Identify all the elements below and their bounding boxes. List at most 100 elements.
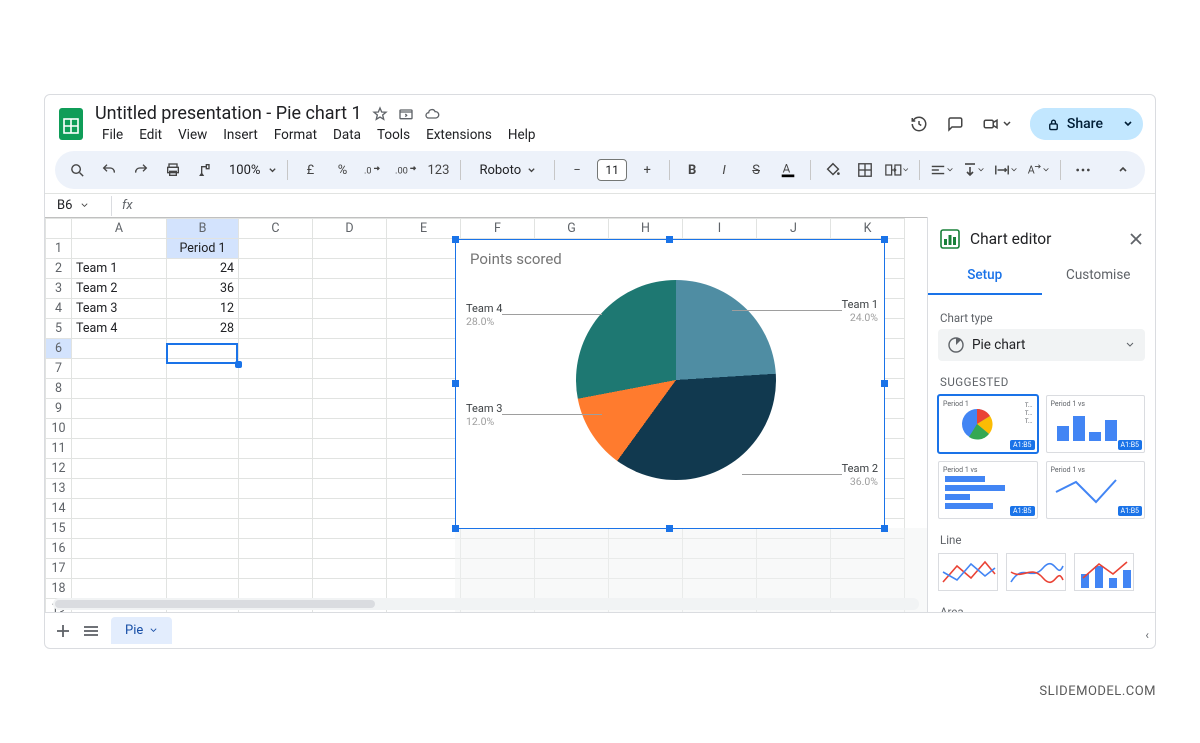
sidebar-collapse-icon[interactable]: ‹: [1145, 628, 1149, 642]
row-header[interactable]: 3: [46, 279, 72, 299]
row-header[interactable]: 13: [46, 479, 72, 499]
document-title[interactable]: Untitled presentation - Pie chart 1: [95, 103, 362, 124]
menu-tools[interactable]: Tools: [370, 125, 417, 145]
row-header[interactable]: 14: [46, 499, 72, 519]
chart-type-select[interactable]: Pie chart: [938, 329, 1145, 361]
cell[interactable]: 36: [167, 279, 239, 299]
row-header[interactable]: 9: [46, 399, 72, 419]
menu-insert[interactable]: Insert: [216, 125, 265, 145]
cell[interactable]: Team 4: [72, 319, 167, 339]
suggestion-bar[interactable]: Period 1 vs A1:B5: [938, 461, 1038, 519]
increase-decimal-icon[interactable]: .00: [394, 158, 418, 182]
row-header[interactable]: 1: [46, 239, 72, 259]
suggestion-line[interactable]: Period 1 vs A1:B5: [1046, 461, 1146, 519]
decrease-font-icon[interactable]: −: [565, 158, 589, 182]
col-header[interactable]: I: [683, 219, 757, 239]
cell[interactable]: Team 2: [72, 279, 167, 299]
cloud-status-icon[interactable]: [424, 106, 440, 122]
font-select[interactable]: Roboto: [471, 161, 544, 180]
row-header[interactable]: 18: [46, 579, 72, 599]
row-header[interactable]: 4: [46, 299, 72, 319]
cell[interactable]: 28: [167, 319, 239, 339]
valign-icon[interactable]: [962, 158, 986, 182]
merge-icon[interactable]: [885, 158, 909, 182]
halign-icon[interactable]: [930, 158, 954, 182]
col-header[interactable]: F: [461, 219, 535, 239]
name-box[interactable]: B6: [45, 198, 105, 213]
cell[interactable]: Team 1: [72, 259, 167, 279]
embedded-chart[interactable]: Points scored Team 124.0% Team 236.0% Te…: [455, 239, 885, 529]
star-icon[interactable]: [372, 106, 388, 122]
tab-setup[interactable]: Setup: [928, 257, 1042, 295]
rotate-icon[interactable]: A: [1026, 158, 1050, 182]
row-header[interactable]: 2: [46, 259, 72, 279]
chart-thumb-combo[interactable]: [1074, 553, 1134, 591]
menu-help[interactable]: Help: [501, 125, 543, 145]
spreadsheet-grid[interactable]: A B C D E F G H I J K 1Period 1 2Team 12…: [45, 217, 927, 612]
cell[interactable]: Period 1: [167, 239, 239, 259]
row-header[interactable]: 5: [46, 319, 72, 339]
row-header[interactable]: 10: [46, 419, 72, 439]
share-dropdown[interactable]: [1119, 111, 1143, 137]
zoom-select[interactable]: 100%: [225, 163, 277, 178]
all-sheets-icon[interactable]: [83, 625, 99, 637]
menu-edit[interactable]: Edit: [132, 125, 169, 145]
comment-icon[interactable]: [946, 115, 964, 133]
decrease-decimal-icon[interactable]: .0: [362, 158, 386, 182]
row-header[interactable]: 7: [46, 359, 72, 379]
add-sheet-icon[interactable]: [55, 623, 71, 639]
close-icon[interactable]: [1129, 232, 1143, 246]
increase-font-icon[interactable]: +: [635, 158, 659, 182]
menu-view[interactable]: View: [171, 125, 214, 145]
cell-fill-handle[interactable]: [235, 361, 242, 368]
col-header[interactable]: G: [535, 219, 609, 239]
cell[interactable]: 12: [167, 299, 239, 319]
col-header[interactable]: A: [72, 219, 167, 239]
borders-icon[interactable]: [853, 158, 877, 182]
meet-dropdown-icon[interactable]: [1002, 119, 1012, 129]
bold-icon[interactable]: B: [680, 158, 704, 182]
undo-icon[interactable]: [97, 158, 121, 182]
wrap-icon[interactable]: [994, 158, 1018, 182]
sheet-tab[interactable]: Pie: [111, 617, 172, 644]
text-color-icon[interactable]: A: [776, 158, 800, 182]
row-header[interactable]: 12: [46, 459, 72, 479]
row-header[interactable]: 15: [46, 519, 72, 539]
horizontal-scrollbar[interactable]: [53, 598, 919, 610]
row-header[interactable]: 16: [46, 539, 72, 559]
col-header[interactable]: K: [831, 219, 905, 239]
select-all[interactable]: [46, 219, 72, 239]
suggestion-column[interactable]: Period 1 vs A1:B5: [1046, 395, 1146, 453]
search-menus-icon[interactable]: [65, 158, 89, 182]
toolbar-expand-icon[interactable]: [1111, 158, 1135, 182]
italic-icon[interactable]: I: [712, 158, 736, 182]
col-header[interactable]: B: [167, 219, 239, 239]
font-size-input[interactable]: 11: [597, 159, 627, 181]
share-button[interactable]: Share: [1030, 108, 1119, 140]
fill-color-icon[interactable]: [821, 158, 845, 182]
row-header[interactable]: 6: [46, 339, 72, 359]
col-header[interactable]: D: [313, 219, 387, 239]
menu-data[interactable]: Data: [326, 125, 368, 145]
col-header[interactable]: C: [239, 219, 313, 239]
row-header[interactable]: 11: [46, 439, 72, 459]
more-icon[interactable]: [1071, 158, 1095, 182]
percent-button[interactable]: %: [330, 158, 354, 182]
menu-extensions[interactable]: Extensions: [419, 125, 499, 145]
suggestion-pie[interactable]: Period 1 T...T...T... A1:B5: [938, 395, 1038, 453]
format-123-button[interactable]: 123: [426, 158, 450, 182]
currency-button[interactable]: £: [298, 158, 322, 182]
chart-thumb-line1[interactable]: [938, 553, 998, 591]
cell[interactable]: Team 3: [72, 299, 167, 319]
move-icon[interactable]: [398, 106, 414, 122]
row-header[interactable]: 8: [46, 379, 72, 399]
chart-thumb-line2[interactable]: [1006, 553, 1066, 591]
redo-icon[interactable]: [129, 158, 153, 182]
strike-icon[interactable]: S: [744, 158, 768, 182]
paint-format-icon[interactable]: [193, 158, 217, 182]
tab-customise[interactable]: Customise: [1042, 257, 1156, 295]
menu-file[interactable]: File: [95, 125, 130, 145]
history-icon[interactable]: [910, 115, 928, 133]
col-header[interactable]: J: [757, 219, 831, 239]
meet-icon[interactable]: [982, 115, 1000, 133]
